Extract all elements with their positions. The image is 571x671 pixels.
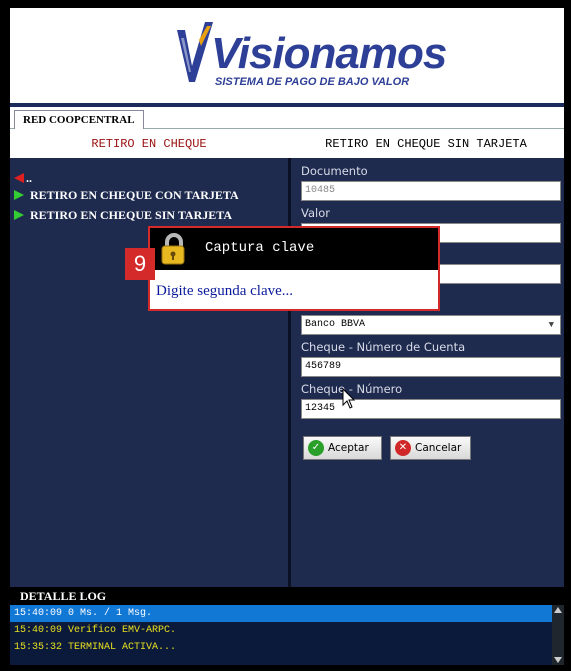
logo-tagline: SISTEMA DE PAGO DE BAJO VALOR: [215, 76, 410, 88]
scroll-up-icon[interactable]: [554, 607, 562, 613]
log-line[interactable]: 15:40:09 0 Ms. / 1 Msg.: [10, 605, 564, 622]
chevron-down-icon: ▼: [548, 320, 554, 330]
valor-label: Valor: [301, 206, 330, 220]
title-row: RETIRO EN CHEQUE RETIRO EN CHEQUE SIN TA…: [10, 130, 564, 158]
log-line[interactable]: 15:40:09 Verifico EMV-ARPC.: [10, 622, 564, 639]
tab-red-coopcentral[interactable]: RED COOPCENTRAL: [14, 110, 144, 129]
visionamos-logo: Visionamos SISTEMA DE PAGO DE BAJO VALOR: [175, 20, 447, 95]
menu-back-item[interactable]: ..: [14, 170, 32, 186]
header: Visionamos SISTEMA DE PAGO DE BAJO VALOR: [10, 8, 564, 103]
green-arrow-icon: [14, 190, 24, 200]
logo-brand: Visionamos: [211, 29, 447, 78]
green-arrow-icon: [14, 210, 24, 220]
cancel-button-label: Cancelar: [415, 442, 462, 454]
dialog-message: Digite segunda clave...: [156, 283, 294, 299]
numero-field[interactable]: 12345: [301, 399, 561, 419]
password-dialog: Captura clave Digite segunda clave...: [148, 226, 440, 311]
section-title-left: RETIRO EN CHEQUE: [91, 137, 207, 151]
menu-item-label: RETIRO EN CHEQUE SIN TARJETA: [30, 208, 233, 222]
cuenta-label: Cheque - Número de Cuenta: [301, 340, 466, 354]
bank-select-value: Banco BBVA: [305, 319, 366, 330]
scroll-down-icon[interactable]: [554, 657, 562, 663]
mouse-cursor-icon: [342, 388, 356, 409]
step-badge: 9: [125, 248, 155, 280]
section-title-right: RETIRO EN CHEQUE SIN TARJETA: [325, 137, 527, 151]
bank-select[interactable]: Banco BBVA ▼: [301, 315, 561, 335]
cuenta-field[interactable]: 456789: [301, 357, 561, 377]
menu-panel: .. RETIRO EN CHEQUE CON TARJETA RETIRO E…: [10, 158, 288, 587]
log-list[interactable]: 15:40:09 0 Ms. / 1 Msg. 15:40:09 Verific…: [10, 605, 564, 665]
tab-bar: RED COOPCENTRAL: [10, 107, 564, 129]
accept-button-label: Aceptar: [328, 442, 369, 454]
app-window: Visionamos SISTEMA DE PAGO DE BAJO VALOR…: [10, 8, 564, 665]
dialog-title: Captura clave: [205, 240, 315, 256]
menu-item-con-tarjeta[interactable]: RETIRO EN CHEQUE CON TARJETA: [14, 187, 239, 203]
documento-label: Documento: [301, 164, 368, 178]
dialog-title-bar: Captura clave: [150, 228, 438, 270]
documento-field[interactable]: 10485: [301, 181, 561, 201]
form-panel: Documento 10485 Valor Banco BBVA ▼ Chequ…: [291, 158, 564, 587]
menu-back-label: ..: [26, 171, 32, 185]
menu-item-sin-tarjeta[interactable]: RETIRO EN CHEQUE SIN TARJETA: [14, 207, 232, 223]
cancel-button[interactable]: ✕ Cancelar: [390, 436, 471, 460]
x-icon: ✕: [395, 440, 411, 456]
logo-v-mark-icon: [177, 22, 213, 82]
menu-item-label: RETIRO EN CHEQUE CON TARJETA: [30, 188, 239, 202]
back-arrow-icon: [14, 173, 24, 183]
check-icon: ✓: [308, 440, 324, 456]
accept-button[interactable]: ✓ Aceptar: [303, 436, 382, 460]
log-header: DETALLE LOG: [10, 587, 564, 605]
lock-icon: [161, 233, 185, 265]
log-scrollbar[interactable]: [552, 605, 564, 665]
log-line[interactable]: 15:35:32 TERMINAL ACTIVA...: [10, 639, 564, 656]
